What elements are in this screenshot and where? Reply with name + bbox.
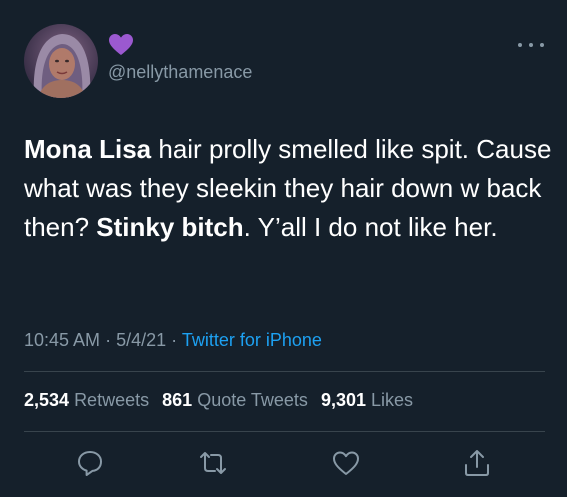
retweet-icon[interactable] — [198, 448, 228, 478]
reply-icon[interactable] — [75, 448, 105, 478]
divider — [24, 431, 545, 432]
user-handle[interactable]: @nellythamenace — [108, 62, 252, 83]
meta-separator: · — [171, 330, 182, 350]
purple-heart-icon — [108, 33, 134, 57]
meta-separator: · — [105, 330, 117, 350]
likes-label: Likes — [371, 390, 414, 410]
retweets-label: Retweets — [74, 390, 150, 410]
more-icon[interactable] — [518, 38, 544, 52]
quote-tweets-stat[interactable]: 861 Quote Tweets — [162, 390, 308, 410]
tweet-meta: 10:45 AM · 5/4/21 · Twitter for iPhone — [24, 330, 322, 351]
tweet-stats: 2,534 Retweets 861 Quote Tweets 9,301 Li… — [24, 390, 413, 411]
likes-count: 9,301 — [320, 390, 366, 410]
more-dot — [518, 43, 522, 47]
action-bar — [0, 448, 567, 478]
like-icon[interactable] — [331, 448, 361, 478]
tweet: @nellythamenace Mona Lisa hair prolly sm… — [0, 0, 567, 497]
tweet-source[interactable]: Twitter for iPhone — [182, 330, 322, 350]
tweet-text-bold-2: Stinky bitch — [96, 212, 244, 242]
more-dot — [529, 43, 533, 47]
tweet-date[interactable]: 5/4/21 — [116, 330, 166, 350]
tweet-time[interactable]: 10:45 AM — [24, 330, 100, 350]
retweets-count: 2,534 — [24, 390, 70, 410]
divider — [24, 371, 545, 372]
share-icon[interactable] — [462, 448, 492, 478]
likes-stat[interactable]: 9,301 Likes — [321, 390, 413, 410]
retweets-stat[interactable]: 2,534 Retweets — [24, 390, 149, 410]
quote-count: 861 — [162, 390, 193, 410]
tweet-text-body-2: . Y’all I do not like her. — [243, 212, 498, 242]
tweet-text: Mona Lisa hair prolly smelled like spit.… — [24, 130, 554, 247]
tweet-text-bold-1: Mona Lisa — [24, 134, 152, 164]
display-name[interactable] — [108, 30, 134, 60]
avatar[interactable] — [24, 24, 98, 98]
more-dot — [540, 43, 544, 47]
quote-label: Quote Tweets — [197, 390, 308, 410]
